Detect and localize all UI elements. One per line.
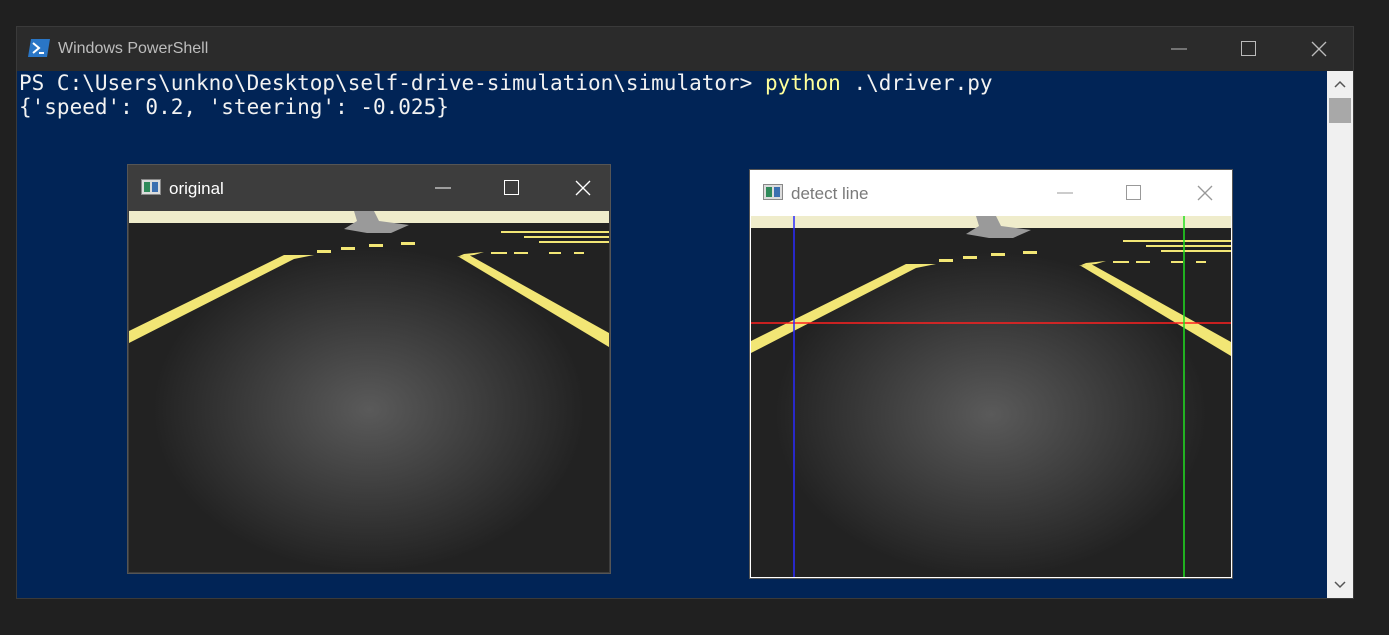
scroll-thumb[interactable] (1329, 98, 1351, 123)
maximize-button[interactable] (1104, 170, 1164, 216)
prompt-text: PS C:\Users\unkno\Desktop\self-drive-sim… (19, 71, 765, 95)
scroll-up-button[interactable] (1327, 71, 1353, 97)
road-scene-detected-image (751, 216, 1231, 577)
maximize-button[interactable] (1214, 27, 1284, 71)
minimize-icon (1171, 48, 1187, 50)
chevron-up-icon (1334, 80, 1346, 88)
minimize-button[interactable] (1144, 27, 1214, 71)
vertical-scrollbar[interactable] (1327, 71, 1353, 598)
original-titlebar[interactable]: original (128, 165, 610, 211)
maximize-icon (1241, 41, 1256, 56)
opencv-app-icon (141, 179, 161, 195)
output-line: {'speed': 0.2, 'steering': -0.025} (19, 95, 449, 119)
chevron-down-icon (1334, 581, 1346, 589)
command-args: .\driver.py (840, 71, 993, 95)
minimize-button[interactable] (1035, 170, 1095, 216)
minimize-icon (435, 187, 451, 189)
window-title: original (169, 179, 224, 198)
close-button[interactable] (1284, 27, 1354, 71)
opencv-app-icon (763, 184, 783, 200)
window-title: detect line (791, 184, 869, 203)
road-scene-image (129, 211, 609, 572)
maximize-icon (1126, 185, 1141, 200)
powershell-icon (28, 39, 50, 57)
scroll-down-button[interactable] (1327, 572, 1353, 598)
window-title: Windows PowerShell (58, 40, 209, 57)
maximize-icon (504, 180, 519, 195)
minimize-button[interactable] (413, 165, 473, 211)
close-icon (1197, 185, 1213, 201)
command-text: python (764, 71, 841, 95)
detect-line-window: detect line (750, 170, 1232, 578)
powershell-titlebar[interactable]: Windows PowerShell (17, 27, 1353, 71)
maximize-button[interactable] (482, 165, 542, 211)
close-icon (575, 180, 591, 196)
original-image (129, 211, 609, 572)
original-window: original (128, 165, 610, 573)
detect-line-titlebar[interactable]: detect line (750, 170, 1232, 216)
close-button[interactable] (1175, 170, 1235, 216)
detect-line-image (751, 216, 1231, 577)
minimize-icon (1057, 192, 1073, 194)
close-icon (1311, 41, 1327, 57)
close-button[interactable] (553, 165, 613, 211)
